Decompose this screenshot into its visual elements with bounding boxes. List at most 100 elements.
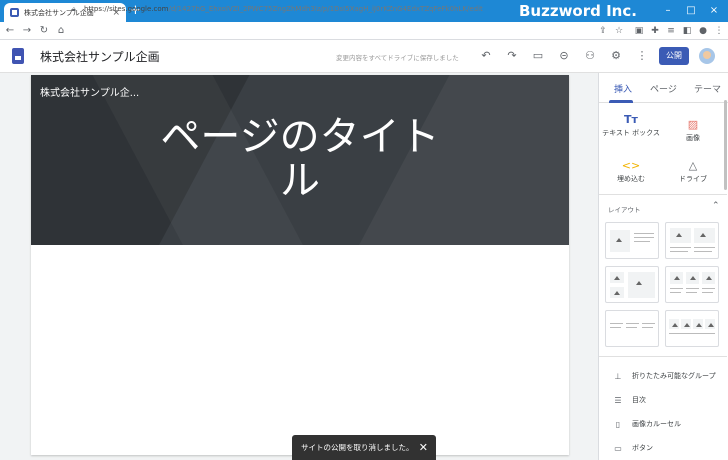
layout-text-line (626, 323, 639, 324)
insert-collapsible-group-button[interactable]: ⊥ 折りたたみ可能なグループ (613, 371, 716, 381)
layout-text-line (702, 292, 713, 293)
layout-image-placeholder (670, 272, 683, 284)
insert-carousel-button[interactable]: ▯ 画像カルーセル (613, 419, 681, 429)
insert-textbox-button[interactable]: Tт テキスト ボックス (601, 113, 661, 138)
bookmark-star-icon[interactable]: ☆ (612, 22, 626, 40)
layout-text-line (686, 288, 699, 289)
collapsible-group-icon: ⊥ (614, 371, 622, 381)
layout-image-placeholder (694, 228, 715, 243)
insert-toc-button[interactable]: ☰ 目次 (613, 395, 646, 405)
forward-icon[interactable]: → (20, 25, 34, 36)
layout-image-placeholder (610, 230, 630, 252)
layout-text-line (686, 292, 697, 293)
tab-themes[interactable]: テーマ (694, 82, 721, 95)
insert-drive-button[interactable]: △ ドライブ (663, 159, 723, 184)
banner-site-name[interactable]: 株式会社サンプル企... (40, 84, 139, 99)
maximize-icon[interactable]: □ (681, 0, 701, 22)
layout-option[interactable] (605, 266, 659, 303)
layout-text-line (610, 327, 621, 328)
toast-close-icon[interactable]: ✕ (419, 435, 428, 460)
insert-item-label: テキスト ボックス (602, 129, 660, 137)
undo-icon[interactable]: ↶ (479, 49, 493, 63)
share-icon[interactable]: ⇪ (596, 22, 610, 40)
minimize-icon[interactable]: – (658, 0, 678, 22)
embed-icon: <> (621, 159, 641, 172)
toast-notification: サイトの公開を取り消しました。 ✕ (292, 435, 436, 460)
page-title-line: ル (280, 158, 320, 204)
chevron-up-icon[interactable]: ⌃ (712, 201, 720, 211)
panel-tabs: 挿入 ページ テーマ (599, 73, 728, 103)
redo-icon[interactable]: ↷ (505, 49, 519, 63)
extension-icon-1[interactable]: ▣ (632, 22, 646, 40)
layouts-heading: レイアウト (608, 206, 641, 214)
layout-option[interactable] (665, 266, 719, 303)
sites-favicon-icon (10, 8, 19, 17)
insert-embed-button[interactable]: <> 埋め込む (601, 159, 661, 184)
reading-list-icon[interactable]: ≡ (664, 22, 678, 40)
layout-text-line (634, 241, 650, 242)
tab-insert[interactable]: 挿入 (614, 82, 632, 95)
layout-text-line (642, 323, 655, 324)
layout-text-line (670, 292, 681, 293)
lock-icon: 🔒︎ (72, 5, 76, 13)
insert-panel: 挿入 ページ テーマ Tт テキスト ボックス ▨ 画像 <> 埋め込む △ ド… (598, 73, 728, 460)
carousel-icon: ▯ (615, 419, 621, 429)
url-field[interactable]: 🔒︎ https://sites.google.com/d/1427hG_Ehxo… (70, 2, 605, 16)
browser-menu-icon[interactable]: ⋮ (712, 22, 726, 40)
profile-icon[interactable]: ● (696, 22, 710, 40)
settings-gear-icon[interactable]: ⚙ (609, 49, 623, 63)
layout-text-line (694, 247, 715, 248)
share-with-others-icon[interactable]: ⚇ (583, 49, 597, 63)
page-canvas[interactable]: 株式会社サンプル企... ページのタイト ル (31, 75, 569, 455)
editor-canvas: 株式会社サンプル企... ページのタイト ル (0, 73, 598, 460)
layout-image-placeholder (610, 287, 624, 298)
layout-option[interactable] (665, 222, 719, 259)
side-panel-icon[interactable]: ◧ (680, 22, 694, 40)
avatar[interactable] (699, 48, 715, 64)
publish-button[interactable]: 公開 (659, 47, 689, 65)
tab-pages[interactable]: ページ (650, 82, 677, 95)
component-label: 目次 (632, 396, 646, 404)
layout-image-placeholder (670, 228, 691, 243)
layout-text-line (694, 251, 712, 252)
image-icon: ▨ (687, 118, 699, 131)
home-icon[interactable]: ⌂ (54, 25, 68, 36)
component-label: ボタン (632, 444, 653, 452)
layout-image-placeholder (693, 319, 703, 329)
layout-option[interactable] (605, 310, 659, 347)
layout-image-placeholder (628, 272, 655, 298)
layout-image-placeholder (681, 319, 691, 329)
reload-icon[interactable]: ↻ (37, 25, 51, 36)
copy-link-icon[interactable]: ⊝ (557, 49, 571, 63)
textbox-icon: Tт (624, 113, 638, 126)
layout-image-placeholder (610, 272, 624, 283)
layout-text-line (669, 333, 715, 334)
extensions-puzzle-icon[interactable]: ✚ (648, 22, 662, 40)
back-icon[interactable]: ← (3, 25, 17, 36)
insert-button-button[interactable]: ▭ ボタン (613, 443, 653, 453)
close-window-icon[interactable]: × (704, 0, 724, 22)
panel-scrollbar[interactable] (724, 100, 727, 190)
layout-image-placeholder (705, 319, 715, 329)
toc-icon: ☰ (614, 395, 622, 405)
layout-text-line (634, 237, 654, 238)
layout-text-line (610, 323, 623, 324)
layout-image-placeholder (669, 319, 679, 329)
sites-logo-icon[interactable] (12, 48, 24, 64)
page-title[interactable]: ページのタイト ル (31, 115, 569, 203)
layout-text-line (634, 233, 654, 234)
active-tab-indicator (609, 100, 633, 103)
insert-item-label: 画像 (686, 134, 700, 142)
toast-message: サイトの公開を取り消しました。 (301, 443, 414, 452)
layout-option[interactable] (605, 222, 659, 259)
preview-icon[interactable]: ▭ (531, 49, 545, 63)
page-title-line: ページのタイト (160, 114, 440, 160)
header-banner[interactable]: 株式会社サンプル企... ページのタイト ル (31, 75, 569, 245)
insert-image-button[interactable]: ▨ 画像 (663, 118, 723, 143)
layout-option[interactable] (665, 310, 719, 347)
site-title[interactable]: 株式会社サンプル企画 (40, 48, 160, 65)
layout-text-line (702, 288, 715, 289)
insert-item-label: 埋め込む (617, 175, 645, 183)
layout-image-placeholder (686, 272, 699, 284)
more-options-icon[interactable]: ⋮ (635, 49, 649, 63)
